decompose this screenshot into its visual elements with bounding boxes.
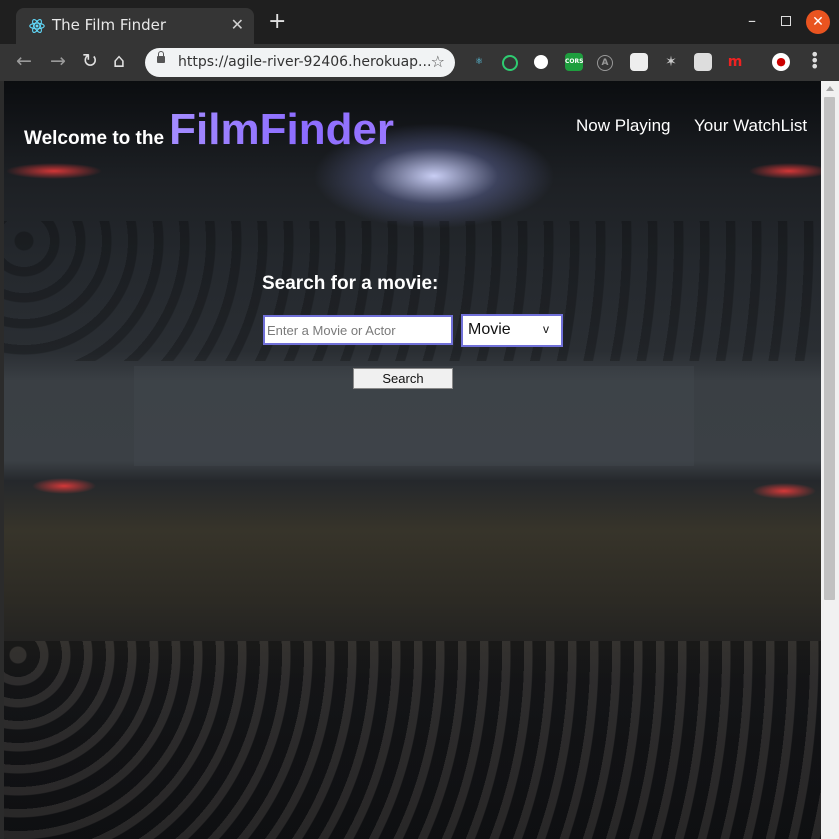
page-scrollbar[interactable] [821,81,839,839]
background-theater-audience [4,641,821,839]
react-devtools-icon[interactable]: ⚛ [470,53,488,71]
react-icon [29,19,45,33]
url-text: https://agile-river-92406.herokuap... [178,54,432,70]
close-window-button[interactable]: ✕ [806,10,830,34]
scrollbar-thumb[interactable] [824,97,835,600]
profile-avatar-icon[interactable]: ● [772,53,790,71]
scroll-up-arrow-icon[interactable] [826,86,834,91]
search-button[interactable]: Search [353,368,453,389]
extension-box-icon[interactable] [694,53,712,71]
extension-circle-icon[interactable] [502,55,518,71]
back-icon[interactable]: ← [16,50,32,72]
search-heading: Search for a movie: [262,273,439,294]
nav-now-playing[interactable]: Now Playing [576,116,671,136]
page-viewport: Welcome to the FilmFinder Now Playing Yo… [4,81,821,839]
maximize-button[interactable] [781,16,791,26]
welcome-text: Welcome to the [24,128,165,149]
chevron-down-icon: v [543,322,549,336]
browser-toolbar: ← → ↻ ⌂ https://agile-river-92406.heroku… [0,44,839,81]
browser-tab[interactable]: The Film Finder ✕ [16,8,254,44]
cors-extension-icon[interactable]: CORS [565,53,583,71]
tab-close-icon[interactable]: ✕ [231,15,244,34]
extension-m-icon[interactable]: m [726,53,744,71]
extension-shield-icon[interactable] [534,55,548,69]
browser-titlebar: The Film Finder ✕ + – ✕ [0,0,839,44]
lock-icon [157,51,165,63]
search-type-value: Movie [468,321,511,338]
new-tab-button[interactable]: + [268,11,286,33]
extension-puzzle-icon[interactable] [630,53,648,71]
forward-icon[interactable]: → [50,50,66,72]
search-type-select[interactable]: Movie v [461,314,563,347]
address-bar[interactable]: https://agile-river-92406.herokuap... ☆ [145,48,455,77]
site-brand: Welcome to the FilmFinder [24,105,394,155]
tab-title: The Film Finder [52,16,167,34]
brand-logo: FilmFinder [169,105,395,154]
search-input[interactable] [263,315,453,345]
nav-watchlist[interactable]: Your WatchList [694,116,807,136]
extension-gear-icon[interactable]: ✶ [662,53,680,71]
minimize-button[interactable]: – [748,11,756,30]
reload-icon[interactable]: ↻ [82,50,98,72]
bookmark-star-icon[interactable]: ☆ [431,52,445,71]
browser-menu-icon[interactable]: • • • [810,47,819,75]
extension-a-icon[interactable]: A [597,55,613,71]
home-icon[interactable]: ⌂ [113,50,125,72]
